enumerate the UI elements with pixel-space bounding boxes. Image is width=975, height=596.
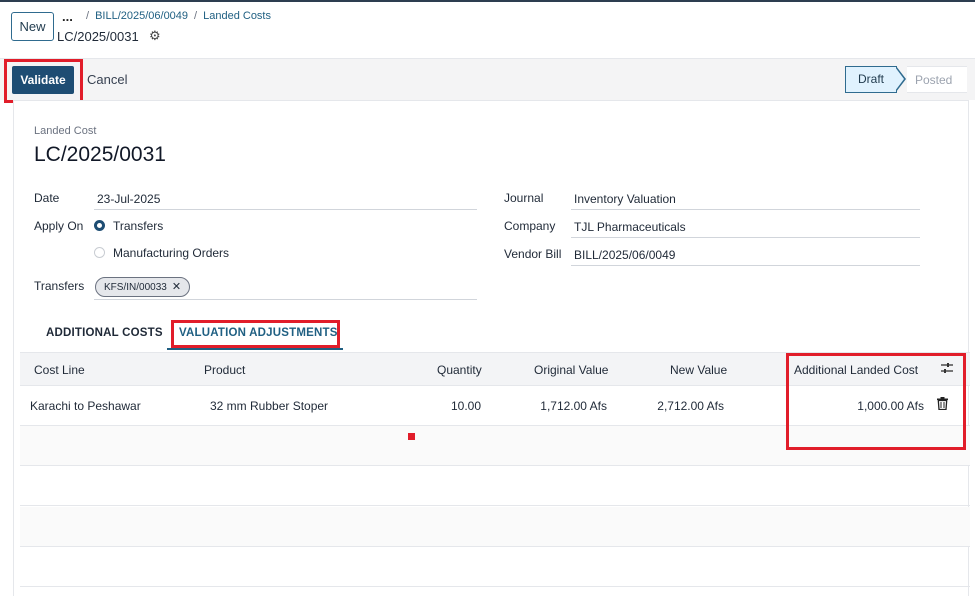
breadcrumb-landed-costs-link[interactable]: Landed Costs [203,10,271,22]
radio-transfers[interactable] [94,220,105,231]
cell-quantity[interactable]: 10.00 [420,399,481,413]
red-marker [408,433,415,440]
cell-new-value[interactable]: 2,712.00 Afs [630,399,724,413]
remove-tag-icon[interactable]: ✕ [172,281,181,293]
vendor-bill-field[interactable]: BILL/2025/06/0049 [571,244,920,266]
date-field[interactable]: 23-Jul-2025 [94,188,477,210]
apply-on-label: Apply On [34,219,84,233]
stage-arrow-fill [895,67,904,91]
radio-transfers-label[interactable]: Transfers [113,219,163,233]
col-original-value[interactable]: Original Value [534,363,608,377]
empty-row [20,507,970,547]
cancel-button[interactable]: Cancel [87,72,127,87]
active-tab-indicator [167,348,343,350]
breadcrumb: / BILL/2025/06/0049 / Landed Costs [80,10,271,22]
additional-cost-highlight-box [786,353,966,450]
stage-posted[interactable]: Posted [907,66,967,93]
radio-manufacturing-orders[interactable] [94,247,105,258]
company-label: Company [504,219,556,233]
control-panel: New ... / BILL/2025/06/0049/Landed Costs … [0,2,975,58]
transfer-tag-label: KFS/IN/00033 [104,282,167,293]
cell-product[interactable]: 32 mm Rubber Stoper [210,399,328,413]
empty-row [20,547,970,587]
empty-row [20,466,970,506]
col-quantity[interactable]: Quantity [437,363,482,377]
date-label: Date [34,191,60,205]
col-cost-line[interactable]: Cost Line [34,363,85,377]
record-type-label: Landed Cost [34,125,97,137]
transfers-label: Transfers [34,279,85,293]
tab-highlight-box [171,320,340,348]
gear-icon[interactable]: ⚙ [149,28,161,44]
stage-draft[interactable]: Draft [845,66,897,93]
validate-highlight-box [4,59,83,103]
breadcrumb-more-button[interactable]: ... [62,9,73,24]
col-product[interactable]: Product [204,363,245,377]
breadcrumb-separator: / [86,10,90,22]
journal-field[interactable]: Inventory Valuation [571,188,920,210]
breadcrumb-bill-link[interactable]: BILL/2025/06/0049 [95,10,188,22]
company-field[interactable]: TJL Pharmaceuticals [571,216,920,238]
breadcrumb-separator: / [194,10,198,22]
col-new-value[interactable]: New Value [670,363,727,377]
cell-cost-line[interactable]: Karachi to Peshawar [30,399,141,413]
page-title: LC/2025/0031 [34,143,166,166]
status-bar: Validate Cancel Draft Posted [0,58,975,103]
new-button[interactable]: New [11,12,54,41]
record-name: LC/2025/0031 [57,29,139,44]
tab-additional-costs[interactable]: ADDITIONAL COSTS [46,327,163,339]
form-sheet: Landed Cost LC/2025/0031 Date 23-Jul-202… [13,100,970,596]
journal-label: Journal [504,191,544,205]
cell-original-value[interactable]: 1,712.00 Afs [510,399,607,413]
transfer-tag: KFS/IN/00033 ✕ [95,277,191,297]
vendor-bill-label: Vendor Bill [504,247,562,261]
radio-manufacturing-orders-label[interactable]: Manufacturing Orders [113,246,229,260]
